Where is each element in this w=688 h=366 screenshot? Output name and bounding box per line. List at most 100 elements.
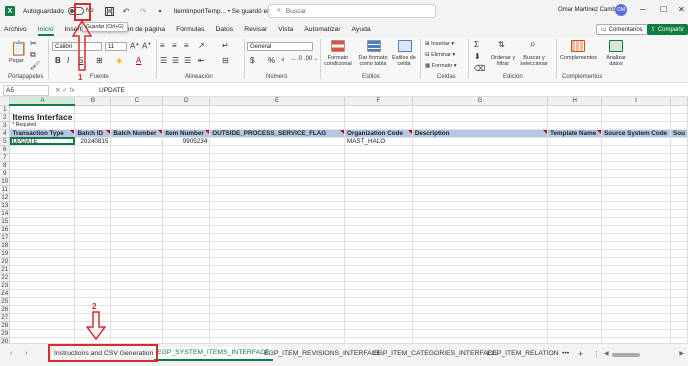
format-cells-button[interactable]: ▦ Formato ▾ xyxy=(425,63,457,69)
cell[interactable] xyxy=(110,201,164,210)
cell[interactable] xyxy=(344,265,413,274)
cell[interactable] xyxy=(344,305,413,314)
cell[interactable] xyxy=(601,145,672,154)
cell[interactable] xyxy=(9,329,76,338)
row-header[interactable]: 14 xyxy=(0,209,11,218)
cell[interactable] xyxy=(209,105,345,114)
cell[interactable] xyxy=(412,161,549,170)
cell[interactable] xyxy=(9,225,76,234)
cell[interactable] xyxy=(162,329,211,338)
cell[interactable] xyxy=(9,217,76,226)
cell[interactable] xyxy=(110,145,164,154)
cell[interactable] xyxy=(344,329,413,338)
cell[interactable] xyxy=(344,161,413,170)
cell[interactable] xyxy=(412,241,549,250)
cell[interactable] xyxy=(547,273,603,282)
cell[interactable] xyxy=(9,297,76,306)
cell[interactable] xyxy=(162,185,211,194)
cell[interactable] xyxy=(209,137,345,146)
format-painter-icon[interactable]: 🖌 xyxy=(30,61,40,70)
column-header-c[interactable]: C xyxy=(110,97,164,106)
cell[interactable] xyxy=(110,233,164,242)
cell[interactable] xyxy=(601,161,672,170)
cell[interactable] xyxy=(670,137,688,146)
cell[interactable] xyxy=(601,169,672,178)
row-header[interactable]: 13 xyxy=(0,201,11,210)
cell[interactable] xyxy=(162,233,211,242)
cell[interactable] xyxy=(601,201,672,210)
cell[interactable] xyxy=(162,313,211,322)
cell[interactable] xyxy=(74,249,112,258)
find-select-label[interactable]: Buscar y seleccionar xyxy=(518,55,550,67)
cell[interactable]: 9905234 xyxy=(162,137,211,146)
cell[interactable] xyxy=(412,305,549,314)
cell[interactable] xyxy=(74,177,112,186)
cell[interactable] xyxy=(9,177,76,186)
cell[interactable] xyxy=(74,217,112,226)
row-header[interactable]: 3 xyxy=(0,121,11,130)
column-header-e[interactable]: E xyxy=(209,97,345,106)
cell[interactable] xyxy=(9,241,76,250)
cell[interactable] xyxy=(547,241,603,250)
cell[interactable] xyxy=(601,113,672,122)
sheet-options-icon[interactable]: ⋮ xyxy=(593,350,600,358)
row-header[interactable]: 6 xyxy=(0,145,11,154)
cell[interactable] xyxy=(601,241,672,250)
column-title-cell[interactable]: Source System Code xyxy=(601,129,672,138)
row-header[interactable]: 25 xyxy=(0,297,11,306)
cell[interactable] xyxy=(9,105,76,114)
cell[interactable] xyxy=(670,185,688,194)
cell[interactable] xyxy=(74,161,112,170)
cell[interactable] xyxy=(209,281,345,290)
cell[interactable] xyxy=(344,121,413,130)
cell[interactable] xyxy=(412,265,549,274)
cell[interactable] xyxy=(601,289,672,298)
cell[interactable] xyxy=(9,281,76,290)
cell[interactable] xyxy=(162,201,211,210)
cell[interactable] xyxy=(162,281,211,290)
column-title-cell[interactable]: Item Number xyxy=(162,129,211,138)
cell[interactable] xyxy=(162,217,211,226)
cell[interactable] xyxy=(209,265,345,274)
cell[interactable] xyxy=(601,281,672,290)
scroll-right-icon[interactable]: ▶ xyxy=(679,350,684,357)
thousands-icon[interactable]: ⁹ xyxy=(281,56,284,65)
cell[interactable] xyxy=(110,169,164,178)
cell[interactable] xyxy=(344,153,413,162)
cell[interactable] xyxy=(74,105,112,114)
cell[interactable] xyxy=(670,321,688,330)
prev-sheet-icon[interactable]: ‹ xyxy=(10,350,12,357)
cell[interactable] xyxy=(209,153,345,162)
cell[interactable] xyxy=(344,185,413,194)
cell[interactable] xyxy=(162,321,211,330)
cell[interactable] xyxy=(9,289,76,298)
cell[interactable] xyxy=(162,265,211,274)
cell[interactable] xyxy=(601,153,672,162)
row-header[interactable]: 11 xyxy=(0,185,11,194)
cell[interactable] xyxy=(110,281,164,290)
cell[interactable] xyxy=(670,209,688,218)
cell[interactable] xyxy=(209,249,345,258)
indent-icon[interactable]: ⇤ xyxy=(198,56,205,65)
cell[interactable] xyxy=(162,169,211,178)
cell[interactable] xyxy=(110,105,164,114)
cell[interactable] xyxy=(547,193,603,202)
cell[interactable] xyxy=(601,177,672,186)
cell[interactable] xyxy=(110,305,164,314)
cell[interactable] xyxy=(162,249,211,258)
cell[interactable] xyxy=(209,233,345,242)
cell[interactable] xyxy=(601,249,672,258)
cell[interactable] xyxy=(547,257,603,266)
cell[interactable] xyxy=(412,217,549,226)
cell[interactable] xyxy=(209,313,345,322)
cell[interactable] xyxy=(547,161,603,170)
bold-icon[interactable]: B xyxy=(55,56,61,65)
cell[interactable] xyxy=(547,153,603,162)
row-header[interactable]: 5 xyxy=(0,137,11,146)
row-header[interactable]: 19 xyxy=(0,249,11,258)
cell[interactable] xyxy=(162,161,211,170)
cell[interactable] xyxy=(162,257,211,266)
cell-styles-icon[interactable] xyxy=(398,40,412,52)
format-as-table-icon[interactable] xyxy=(367,40,381,52)
cell[interactable] xyxy=(74,201,112,210)
